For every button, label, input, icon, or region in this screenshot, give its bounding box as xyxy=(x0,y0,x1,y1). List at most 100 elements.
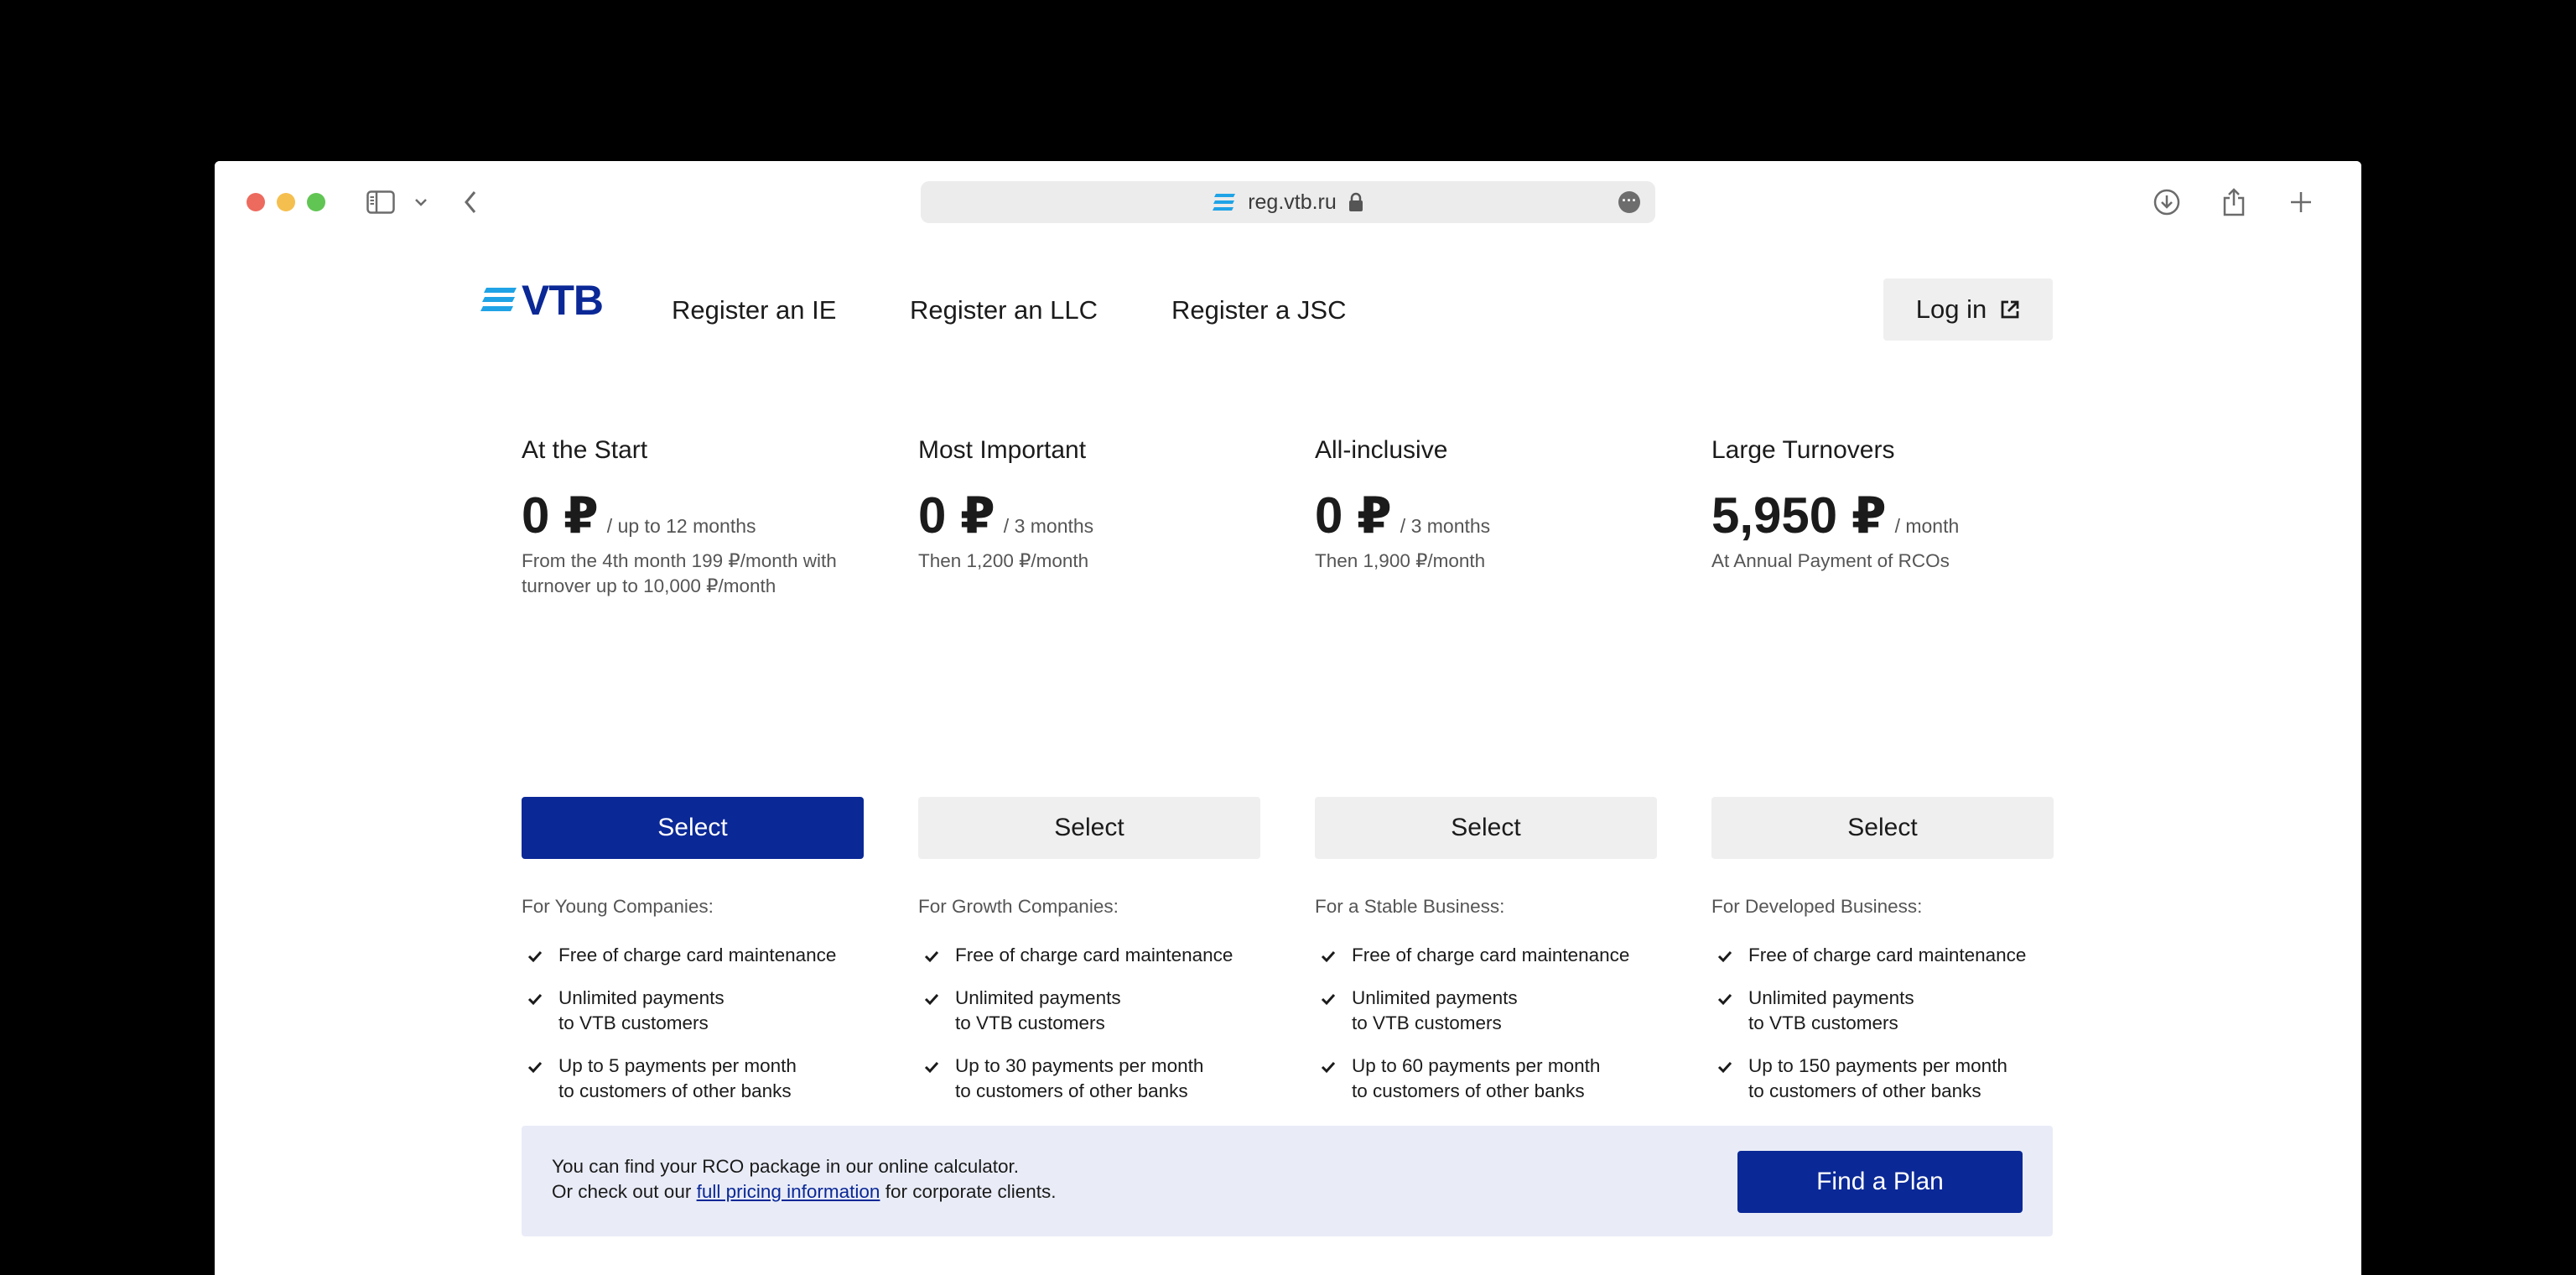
feature-text: Free of charge card maintenance xyxy=(558,945,837,965)
zoom-window-button[interactable] xyxy=(307,193,325,211)
feature-text: Free of charge card maintenance xyxy=(1748,945,2027,965)
feature-text: Unlimited payments xyxy=(1352,987,1518,1008)
find-a-plan-button[interactable]: Find a Plan xyxy=(1737,1151,2023,1213)
full-pricing-link[interactable]: full pricing information xyxy=(697,1181,880,1202)
external-link-icon xyxy=(2001,300,2019,319)
price-row: 0 ₽ / up to 12 months xyxy=(522,487,756,545)
check-icon xyxy=(527,989,543,1006)
select-plan-button[interactable]: Select xyxy=(1315,797,1657,859)
download-icon[interactable] xyxy=(2152,186,2182,218)
nav-register-llc[interactable]: Register an LLC xyxy=(910,295,1098,325)
plan-price: 0 ₽ xyxy=(918,487,995,544)
plan-period: / 3 months xyxy=(1400,515,1491,537)
plus-icon[interactable] xyxy=(2286,186,2316,218)
select-plan-button[interactable]: Select xyxy=(1711,797,2054,859)
plan-price-note: From the 4th month 199 ₽/month with turn… xyxy=(522,550,837,596)
vtb-logo-stripes-icon xyxy=(480,288,517,311)
plan-name: At the Start xyxy=(522,436,648,464)
vtb-logo[interactable]: VTB xyxy=(480,277,604,324)
plan-name: All-inclusive xyxy=(1315,436,1448,464)
feature-text: to VTB customers xyxy=(1352,1012,1502,1033)
check-icon xyxy=(527,946,543,963)
back-arrow-icon[interactable] xyxy=(458,186,483,218)
plan-audience: For Growth Companies: xyxy=(918,896,1119,917)
url-text: reg.vtb.ru xyxy=(1248,190,1337,214)
check-icon xyxy=(923,1057,940,1074)
feature-text: Free of charge card maintenance xyxy=(1352,945,1630,965)
plan-name: Large Turnovers xyxy=(1711,436,1895,464)
price-row: 0 ₽ / 3 months xyxy=(918,487,1093,545)
check-icon xyxy=(1716,946,1733,963)
lock-icon xyxy=(1348,192,1363,212)
price-row: 0 ₽ / 3 months xyxy=(1315,487,1490,545)
price-row: 5,950 ₽ / month xyxy=(1711,487,1959,545)
feature-item: Up to 150 payments per month to customers… xyxy=(1711,1054,2054,1104)
more-icon[interactable]: ··· xyxy=(1618,191,1640,213)
banner-line-2-before: Or check out our xyxy=(552,1181,697,1202)
feature-text: to VTB customers xyxy=(1748,1012,1898,1033)
plan-period: / 3 months xyxy=(1003,515,1094,537)
feature-text: Up to 5 payments per month xyxy=(558,1055,797,1076)
check-icon xyxy=(1320,946,1337,963)
check-icon xyxy=(527,1057,543,1074)
address-bar[interactable]: reg.vtb.ru ··· xyxy=(921,181,1655,223)
banner-text: You can find your RCO package in our onl… xyxy=(552,1154,1057,1205)
feature-item: Up to 60 payments per month to customers … xyxy=(1315,1054,1657,1104)
plan-audience: For a Stable Business: xyxy=(1315,896,1505,917)
vtb-favicon-icon xyxy=(1213,193,1236,211)
check-icon xyxy=(1716,1057,1733,1074)
plan-name: Most Important xyxy=(918,436,1087,464)
feature-item: Unlimited payments to VTB customers xyxy=(918,986,1260,1036)
chevron-down-icon[interactable] xyxy=(413,186,429,218)
feature-item: Free of charge card maintenance xyxy=(522,943,864,968)
feature-text: Free of charge card maintenance xyxy=(955,945,1233,965)
feature-item: Up to 5 payments per month to customers o… xyxy=(522,1054,864,1104)
feature-text: Up to 60 payments per month xyxy=(1352,1055,1601,1076)
check-icon xyxy=(923,989,940,1006)
login-button[interactable]: Log in xyxy=(1883,278,2053,341)
plan-period: / up to 12 months xyxy=(606,515,756,537)
plan-card: Most Important 0 ₽ / 3 months Then 1,200 ₽/… xyxy=(918,436,1260,1169)
plan-audience: For Young Companies: xyxy=(522,896,714,917)
feature-text: to customers of other banks xyxy=(1352,1080,1585,1101)
feature-text: to customers of other banks xyxy=(1748,1080,1981,1101)
plan-price-note: Then 1,200 ₽/month xyxy=(918,550,1089,571)
select-plan-button[interactable]: Select xyxy=(918,797,1260,859)
feature-text: to VTB customers xyxy=(955,1012,1105,1033)
feature-item: Free of charge card maintenance xyxy=(918,943,1260,968)
feature-item: Unlimited payments to VTB customers xyxy=(522,986,864,1036)
plan-period: / month xyxy=(1894,515,1960,537)
minimize-window-button[interactable] xyxy=(277,193,295,211)
feature-text: Up to 30 payments per month xyxy=(955,1055,1204,1076)
browser-window: reg.vtb.ru ··· VTB Register an IE Regist… xyxy=(215,161,2361,1275)
check-icon xyxy=(1320,989,1337,1006)
feature-text: to VTB customers xyxy=(558,1012,709,1033)
feature-text: to customers of other banks xyxy=(955,1080,1188,1101)
plan-card: All-inclusive 0 ₽ / 3 months Then 1,900 ₽/m… xyxy=(1315,436,1657,1210)
sidebar-icon[interactable] xyxy=(366,186,396,218)
nav-register-jsc[interactable]: Register a JSC xyxy=(1171,295,1346,325)
feature-item: Free of charge card maintenance xyxy=(1315,943,1657,968)
feature-text: Unlimited payments xyxy=(1748,987,1914,1008)
banner-line-1: You can find your RCO package in our onl… xyxy=(552,1156,1020,1177)
plan-price: 0 ₽ xyxy=(1315,487,1392,544)
feature-item: Up to 30 payments per month to customers … xyxy=(918,1054,1260,1104)
feature-text: Unlimited payments xyxy=(955,987,1121,1008)
select-plan-button[interactable]: Select xyxy=(522,797,864,859)
feature-item: Free of charge card maintenance xyxy=(1711,943,2054,968)
check-icon xyxy=(1320,1057,1337,1074)
plan-card: Large Turnovers 5,950 ₽ / month At Annual P… xyxy=(1711,436,2054,1210)
feature-text: Unlimited payments xyxy=(558,987,724,1008)
plan-price: 5,950 ₽ xyxy=(1711,487,1887,544)
feature-item: Unlimited payments to VTB customers xyxy=(1711,986,2054,1036)
logo-text: VTB xyxy=(522,277,604,324)
check-icon xyxy=(1716,989,1733,1006)
calculator-banner: You can find your RCO package in our onl… xyxy=(522,1126,2053,1236)
feature-text: to customers of other banks xyxy=(558,1080,792,1101)
login-label: Log in xyxy=(1915,294,1987,324)
close-window-button[interactable] xyxy=(247,193,265,211)
plan-price-note: Then 1,900 ₽/month xyxy=(1315,550,1486,571)
nav-register-ie[interactable]: Register an IE xyxy=(672,295,836,325)
share-icon[interactable] xyxy=(2219,186,2249,218)
feature-text: Up to 150 payments per month xyxy=(1748,1055,2007,1076)
